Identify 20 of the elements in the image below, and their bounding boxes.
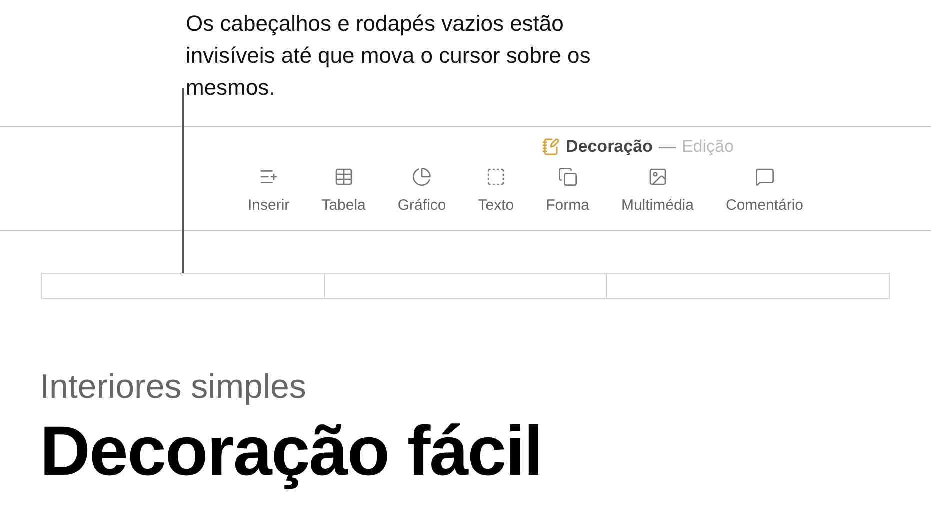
document-icon [542, 138, 560, 156]
title-separator: — [658, 136, 676, 158]
toolbar-button[interactable]: Multimédia [621, 167, 694, 218]
callout-text: Os cabeçalhos e rodapés vazios estão invisíveis até que mova o cursor sobre os mesmos. [186, 10, 592, 102]
table-icon [334, 167, 354, 187]
toolbar-button[interactable]: Texto [478, 167, 514, 218]
image-icon [648, 167, 668, 187]
comment-icon [754, 167, 775, 187]
edit-status: Edição [682, 136, 734, 158]
toolbar-button[interactable]: Forma [546, 167, 590, 218]
toolbar-button[interactable]: Comentário [726, 167, 804, 218]
toolbar-button[interactable]: Tabela [322, 167, 366, 218]
shapes-icon [558, 167, 578, 187]
toolbar-button[interactable]: Inserir [248, 167, 290, 218]
document-title-heading: Decoração fácil [40, 411, 544, 492]
pie-chart-icon [412, 167, 432, 187]
document-subtitle: Interiores simples [40, 367, 308, 407]
text-box-icon [486, 167, 506, 187]
document-title: Decoração [566, 136, 653, 158]
toolbar-button[interactable]: Gráfico [398, 167, 446, 218]
